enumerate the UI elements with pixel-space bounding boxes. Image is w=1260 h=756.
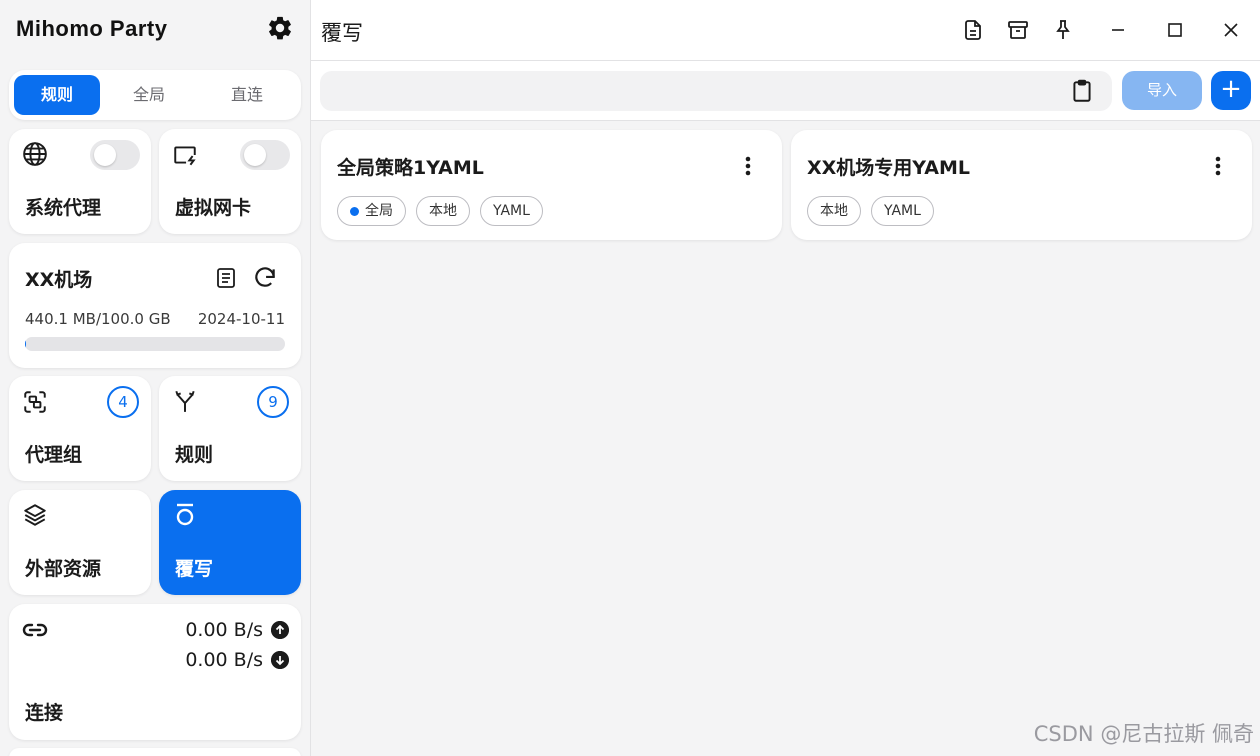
tab-global-mode[interactable]: 全局	[100, 75, 198, 115]
override-label: 覆写	[175, 558, 214, 580]
tag-label: 全局	[365, 202, 393, 219]
override-card-1[interactable]: 全局策略1YAML 全局 本地 YAML	[321, 130, 782, 240]
tag-yaml: YAML	[480, 196, 543, 226]
add-override-button[interactable]: +	[1211, 71, 1251, 110]
import-button[interactable]: 导入	[1122, 71, 1202, 110]
proxy-groups-count-badge: 4	[107, 386, 139, 418]
fork-arrows-icon	[175, 390, 195, 412]
override-title: XX机场专用YAML	[807, 157, 970, 179]
tun-toggle[interactable]	[240, 140, 290, 170]
rules-label: 规则	[175, 444, 214, 466]
tun-card[interactable]: 虚拟网卡	[159, 129, 301, 234]
proxy-groups-card[interactable]: 4 代理组	[9, 376, 151, 481]
subscription-card[interactable]: XX机场 440.1 MB/100.0 GB 2024-10-11	[9, 243, 301, 368]
usage-progress-bar	[25, 337, 285, 351]
proxy-groups-label: 代理组	[25, 444, 83, 466]
override-url-input[interactable]	[320, 71, 1112, 111]
page-title: 覆写	[321, 21, 363, 45]
resources-label: 外部资源	[25, 558, 102, 580]
tag-label: YAML	[493, 202, 530, 219]
override-card[interactable]: 覆写	[159, 490, 301, 595]
global-dot-icon	[350, 206, 359, 216]
override-o-icon	[176, 503, 194, 526]
tag-local: 本地	[807, 196, 861, 226]
tab-rule-mode[interactable]: 规则	[14, 75, 100, 115]
usage-progress-fill	[25, 337, 27, 351]
system-proxy-card[interactable]: 系统代理	[9, 129, 151, 234]
tag-local: 本地	[416, 196, 470, 226]
override-toolbar: 导入 +	[311, 61, 1260, 121]
override-list: 全局策略1YAML 全局 本地 YAML XX机场专用YAML 本地 YAML	[311, 121, 1260, 756]
archive-icon[interactable]	[1006, 18, 1030, 42]
maximize-icon[interactable]	[1163, 18, 1187, 42]
tag-label: YAML	[884, 202, 921, 219]
override-card-2[interactable]: XX机场专用YAML 本地 YAML	[791, 130, 1252, 240]
more-vertical-icon[interactable]	[738, 154, 758, 178]
mode-tabs: 规则 全局 直连	[9, 70, 301, 120]
group-scan-icon	[24, 391, 46, 413]
download-arrow-icon	[271, 651, 289, 669]
tun-label: 虚拟网卡	[175, 197, 252, 219]
upload-speed: 0.00 B/s	[185, 619, 263, 641]
pin-icon[interactable]	[1051, 18, 1075, 42]
override-tags: 全局 本地 YAML	[337, 196, 543, 226]
system-proxy-label: 系统代理	[25, 197, 102, 219]
document-icon[interactable]	[214, 266, 238, 290]
network-card-icon	[174, 146, 196, 166]
globe-icon	[23, 142, 47, 166]
download-speed: 0.00 B/s	[185, 649, 263, 671]
upload-arrow-icon	[271, 621, 289, 639]
tag-label: 本地	[429, 202, 457, 219]
resources-card[interactable]: 外部资源	[9, 490, 151, 595]
subscription-usage: 440.1 MB/100.0 GB	[25, 310, 171, 328]
tab-direct-mode[interactable]: 直连	[198, 75, 296, 115]
connections-card[interactable]: 0.00 B/s 0.00 B/s 连接	[9, 604, 301, 740]
tag-yaml: YAML	[871, 196, 934, 226]
next-card-peek	[9, 748, 301, 756]
rules-count-badge: 9	[257, 386, 289, 418]
layers-icon	[24, 504, 46, 526]
system-proxy-toggle[interactable]	[90, 140, 140, 170]
connections-label: 连接	[25, 702, 64, 724]
watermark: CSDN @尼古拉斯 佩奇	[1033, 722, 1254, 746]
file-text-icon[interactable]	[961, 18, 985, 42]
settings-gear-icon[interactable]	[266, 14, 294, 42]
minimize-icon[interactable]	[1106, 18, 1130, 42]
close-icon[interactable]	[1219, 18, 1243, 42]
more-vertical-icon[interactable]	[1208, 154, 1228, 178]
rules-card[interactable]: 9 规则	[159, 376, 301, 481]
override-tags: 本地 YAML	[807, 196, 934, 226]
app-window: Mihomo Party 规则 全局 直连 系统代理 虚拟网卡 XX机场 440…	[0, 0, 1260, 756]
sidebar: Mihomo Party 规则 全局 直连 系统代理 虚拟网卡 XX机场 440…	[0, 0, 311, 756]
link-icon	[22, 623, 48, 637]
app-title: Mihomo Party	[16, 16, 168, 41]
subscription-name: XX机场	[25, 269, 93, 291]
subscription-expire-date: 2024-10-11	[197, 310, 285, 328]
refresh-icon[interactable]	[252, 265, 278, 291]
clipboard-paste-icon[interactable]	[1069, 78, 1095, 104]
override-title: 全局策略1YAML	[337, 157, 484, 179]
tag-global: 全局	[337, 196, 406, 226]
tag-label: 本地	[820, 202, 848, 219]
title-bar: 覆写	[311, 0, 1260, 61]
